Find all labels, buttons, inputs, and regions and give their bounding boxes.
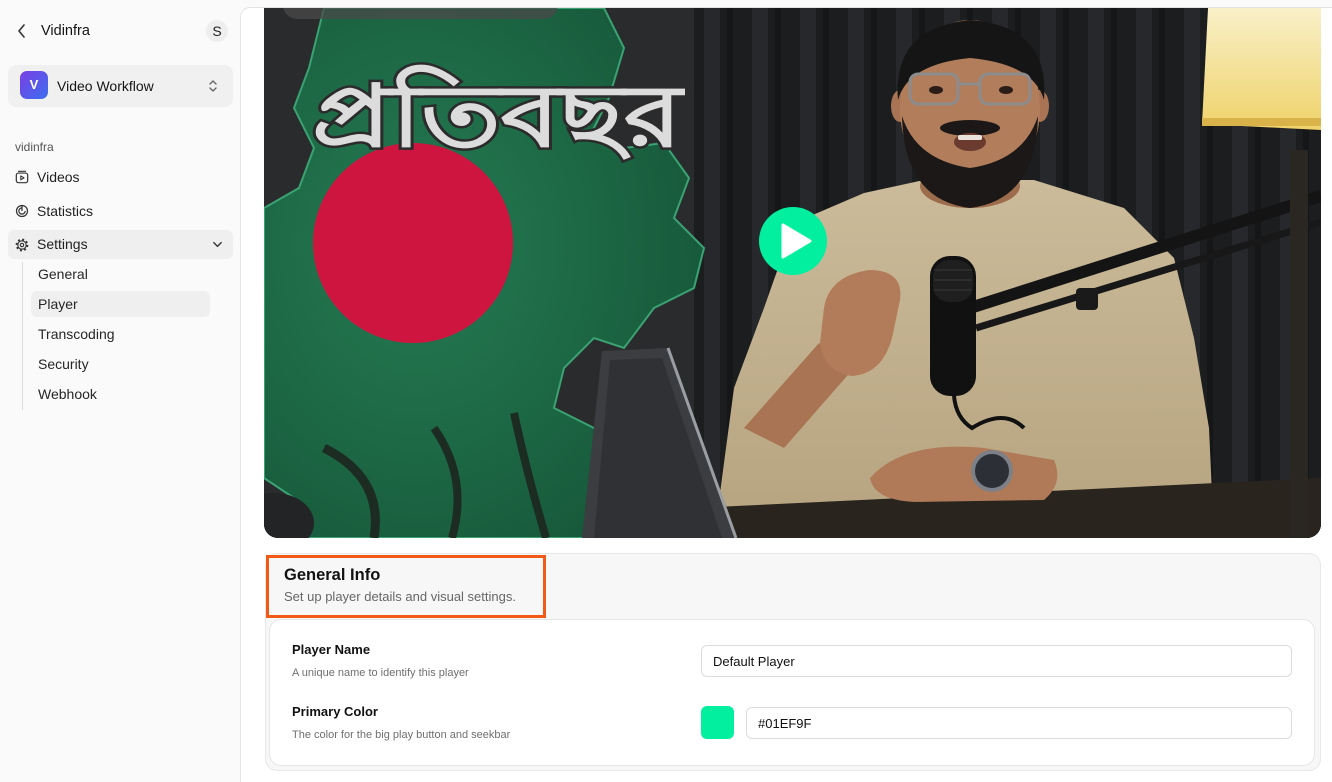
play-button[interactable] <box>759 207 827 275</box>
workspace-name: Video Workflow <box>57 78 154 94</box>
statistics-icon <box>15 204 29 218</box>
primary-color-input[interactable] <box>746 707 1292 739</box>
chevrons-up-down-icon <box>209 80 217 92</box>
sidebar-item-statistics[interactable]: Statistics <box>8 198 233 224</box>
sidebar-item-webhook[interactable]: Webhook <box>31 381 210 407</box>
sidebar-item-settings[interactable]: Settings <box>8 230 233 259</box>
player-name-label: Player Name <box>292 642 371 657</box>
workspace-logo: V <box>20 71 48 99</box>
submenu-divider <box>22 262 23 410</box>
overlay-caption-pill <box>283 8 558 19</box>
section-label: vidinfra <box>15 140 54 154</box>
workspace-switcher[interactable]: V Video Workflow <box>8 65 233 107</box>
sidebar-item-label: Webhook <box>38 386 97 402</box>
video-preview[interactable]: প্রতিবছর <box>264 8 1321 538</box>
gear-icon <box>15 238 29 252</box>
thumbnail-title: প্রতিবছর <box>312 64 685 167</box>
flag-circle <box>313 143 513 343</box>
sidebar-item-label: Statistics <box>37 203 94 219</box>
sidebar-item-player[interactable]: Player <box>31 291 210 317</box>
video-thumbnail: প্রতিবছর <box>264 8 1321 538</box>
wristwatch <box>971 450 1013 492</box>
player-name-input[interactable] <box>701 645 1292 677</box>
color-swatch[interactable] <box>701 706 734 739</box>
sidebar-item-label: Settings <box>37 236 88 252</box>
sidebar-item-label: Player <box>38 296 78 312</box>
primary-color-help: The color for the big play button and se… <box>292 729 511 741</box>
player-name-help: A unique name to identify this player <box>292 667 469 679</box>
sidebar-item-general[interactable]: General <box>31 261 210 287</box>
boom-clip <box>1076 288 1098 310</box>
sidebar-item-label: General <box>38 266 88 282</box>
chevron-left-icon <box>18 24 25 38</box>
primary-color-label: Primary Color <box>292 704 378 719</box>
sidebar-item-transcoding[interactable]: Transcoding <box>31 321 210 347</box>
general-info-form <box>269 619 1315 766</box>
sidebar-item-security[interactable]: Security <box>31 351 210 377</box>
chevron-down-icon <box>213 241 222 248</box>
sidebar-item-label: Security <box>38 356 89 372</box>
sidebar-item-label: Videos <box>37 169 80 185</box>
video-library-icon <box>15 170 29 184</box>
sidebar-item-label: Transcoding <box>38 326 115 342</box>
back-button[interactable] <box>13 22 31 40</box>
org-name: Vidinfra <box>41 23 90 39</box>
sidebar-item-videos[interactable]: Videos <box>8 164 233 190</box>
highlight-outline <box>266 555 546 618</box>
avatar[interactable]: S <box>206 20 228 42</box>
